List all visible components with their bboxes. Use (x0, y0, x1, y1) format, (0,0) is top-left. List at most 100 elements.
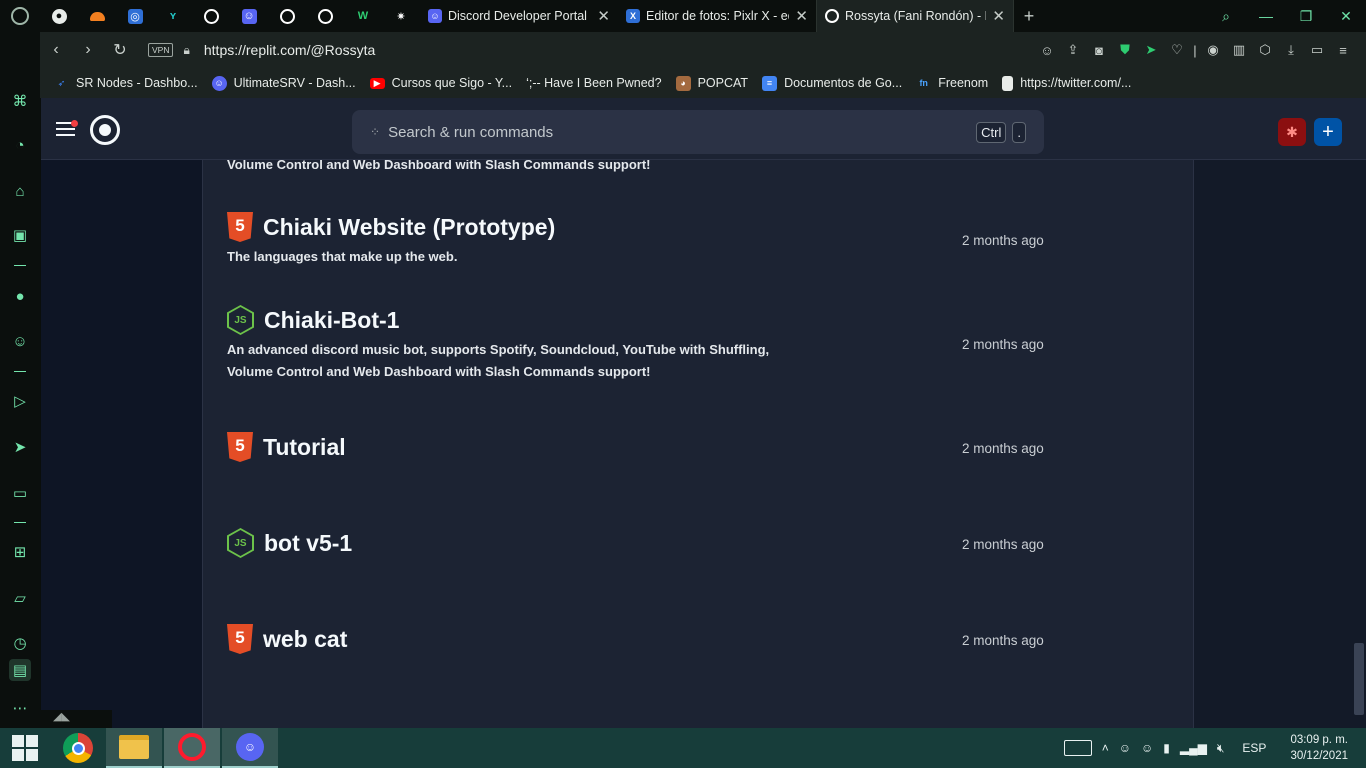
battery-tray-icon[interactable]: ▮ (1163, 741, 1170, 755)
pinned-tab-star[interactable]: ✷ (382, 0, 420, 32)
minimize-button[interactable]: — (1246, 8, 1286, 24)
pinned-tab-replit-3[interactable] (306, 0, 344, 32)
taskbar-discord[interactable]: ☺ (222, 728, 278, 768)
bookmark-freenom[interactable]: fn Freenom (916, 76, 988, 91)
tab-pixlr[interactable]: X Editor de fotos: Pixlr X - edi ✕ (618, 0, 816, 32)
back-button[interactable]: ‹ (40, 41, 72, 59)
repl-item-chiaki-bot-1[interactable]: JS Chiaki-Bot-1 An advanced discord musi… (227, 305, 1057, 383)
download-icon[interactable]: ⤓ (1278, 42, 1304, 58)
battery-icon[interactable]: ▭ (1304, 42, 1330, 58)
pinned-tab-w3[interactable]: W (344, 0, 382, 32)
discord-icon: ☺ (428, 9, 442, 23)
clock[interactable]: 03:09 p. m. 30/12/2021 (1290, 732, 1348, 764)
repl-updated-time: 2 months ago (962, 537, 1044, 552)
pinned-tab-cloudflare[interactable] (78, 0, 116, 32)
pinned-tab-bird[interactable]: ʏ (154, 0, 192, 32)
cube-icon[interactable]: ⬡ (1252, 42, 1278, 58)
search-tabs-icon[interactable]: ⌕ (1206, 8, 1246, 25)
repl-name[interactable]: Tutorial (263, 434, 346, 461)
share-icon[interactable]: ⇪ (1060, 42, 1086, 58)
snapshot-icon[interactable]: ▱ (9, 587, 31, 609)
nodejs-icon: JS (227, 528, 254, 558)
tab-label: Editor de fotos: Pixlr X - edi (646, 9, 790, 23)
bookmark-ultimatesrv[interactable]: ☺ UltimateSRV - Dash... (211, 75, 356, 91)
extension-icon[interactable]: ◉ (1200, 42, 1226, 58)
touch-keyboard-icon[interactable] (1063, 740, 1092, 756)
discord-icon[interactable]: ☺ (9, 330, 31, 352)
bookmark-sr-nodes[interactable]: ➶ SR Nodes - Dashbo... (54, 76, 198, 91)
pinned-tab-replit-1[interactable] (192, 0, 230, 32)
repl-item-tutorial[interactable]: 5 Tutorial (227, 432, 1057, 462)
replit-icon (317, 8, 333, 24)
forward-button[interactable]: › (72, 41, 104, 59)
twitter-icon[interactable]: ● (9, 285, 31, 307)
send-icon[interactable]: ➤ (1138, 42, 1164, 58)
taskbar-file-explorer[interactable] (106, 728, 162, 768)
url-field[interactable]: https://replit.com/@Rossyta (204, 42, 375, 58)
new-tab-button[interactable]: + (1014, 6, 1044, 27)
menu-icon[interactable]: ≡ (1330, 43, 1356, 58)
tab-replit-rossyta[interactable]: Rossyta (Fani Rondón) - Rep ✕ (816, 0, 1014, 32)
twitch-icon[interactable]: ▣ (9, 224, 31, 246)
heart-icon[interactable]: ♡ (1164, 42, 1190, 58)
emoji-icon[interactable]: ☺ (1034, 43, 1060, 58)
taskbar-chrome[interactable] (50, 728, 106, 768)
history-icon[interactable]: ◷ (9, 632, 31, 654)
shield-icon[interactable]: ⛊ (1112, 42, 1138, 58)
repl-item-web-cat[interactable]: 5 web cat (227, 624, 1057, 654)
sidebar-divider (14, 371, 26, 372)
create-repl-button[interactable]: + (1314, 118, 1342, 146)
close-icon[interactable]: ✕ (992, 7, 1005, 25)
send-icon[interactable]: ➤ (9, 436, 31, 458)
page-scrollbar[interactable] (1354, 643, 1364, 715)
battery-saver-icon[interactable]: ▤ (9, 659, 31, 681)
replit-logo[interactable] (90, 115, 120, 145)
chevron-up-icon[interactable]: ˄ (1102, 741, 1109, 755)
repl-name[interactable]: bot v5-1 (264, 530, 352, 557)
gamepad-icon[interactable]: ⌘ (9, 90, 31, 112)
bookmark-docs[interactable]: ≡ Documentos de Go... (762, 75, 902, 91)
opera-sidebar: ⌘ ◔ ⌂ ▣ ● ☺ ▷ ➤ ▭ ⊞ ▱ ◷ ▤ ⋯ (0, 32, 40, 728)
network-icon[interactable]: ▂▄▆ (1180, 741, 1207, 755)
input-language[interactable]: ESP (1242, 741, 1266, 755)
close-icon[interactable]: ✕ (597, 7, 610, 25)
search-commands-input[interactable]: ⁘ Search & run commands Ctrl . (352, 110, 1044, 154)
bookmark-label: https://twitter.com/... (1020, 76, 1132, 90)
bookmark-cursos[interactable]: ▶ Cursos que Sigo - Y... (369, 76, 512, 90)
camera-icon[interactable]: ◙ (1086, 43, 1112, 58)
clock-date: 30/12/2021 (1290, 750, 1348, 762)
restore-button[interactable]: ❐ (1286, 8, 1326, 25)
bookmark-hibp[interactable]: ‘;-- Have I Been Pwned? (526, 76, 662, 90)
pinned-tab-replit-2[interactable] (268, 0, 306, 32)
vpn-badge[interactable]: VPN (148, 43, 174, 57)
pinned-tab-app[interactable]: ◎ (116, 0, 154, 32)
lock-icon[interactable]: 🔒︎ (183, 43, 189, 58)
repl-name[interactable]: web cat (263, 626, 347, 653)
close-window-button[interactable]: ✕ (1326, 8, 1366, 25)
wallet-icon[interactable]: ▭ (9, 482, 31, 504)
extensions-icon[interactable]: ⊞ (9, 541, 31, 563)
taskbar-opera[interactable] (164, 728, 220, 768)
player-icon[interactable]: ▷ (9, 390, 31, 412)
pinned-tab-discord[interactable]: ☺ (230, 0, 268, 32)
close-icon[interactable]: ✕ (795, 7, 808, 25)
speed-dial-icon[interactable]: ◔ (9, 134, 31, 156)
bug-report-button[interactable]: ✱ (1278, 118, 1306, 146)
reload-button[interactable]: ↻ (104, 40, 136, 60)
bookmark-twitter[interactable]: https://twitter.com/... (1002, 75, 1132, 91)
repl-name[interactable]: Chiaki Website (Prototype) (263, 214, 555, 241)
volume-muted-icon[interactable]: 🔇︎ (1217, 741, 1225, 756)
discord-tray-icon-2[interactable]: ☺ (1141, 741, 1153, 755)
tab-discord-developer-portal[interactable]: ☺ Discord Developer Portal ✕ (420, 0, 618, 32)
repl-item-chiaki-website[interactable]: 5 Chiaki Website (Prototype) The languag… (227, 212, 1057, 268)
freenom-icon: fn (919, 78, 928, 88)
pinned-tab-globe[interactable]: ● (40, 0, 78, 32)
extension-box-icon[interactable]: ▥ (1226, 42, 1252, 58)
start-button[interactable] (0, 735, 50, 761)
repl-item-bot-v5-1[interactable]: JS bot v5-1 (227, 528, 1057, 558)
shopping-icon[interactable]: ⌂ (9, 180, 31, 202)
discord-tray-icon[interactable]: ☺ (1119, 741, 1131, 755)
bookmark-popcat[interactable]: ◕ POPCAT (675, 75, 748, 91)
repl-name[interactable]: Chiaki-Bot-1 (264, 307, 399, 334)
opera-menu-icon[interactable] (0, 0, 40, 32)
